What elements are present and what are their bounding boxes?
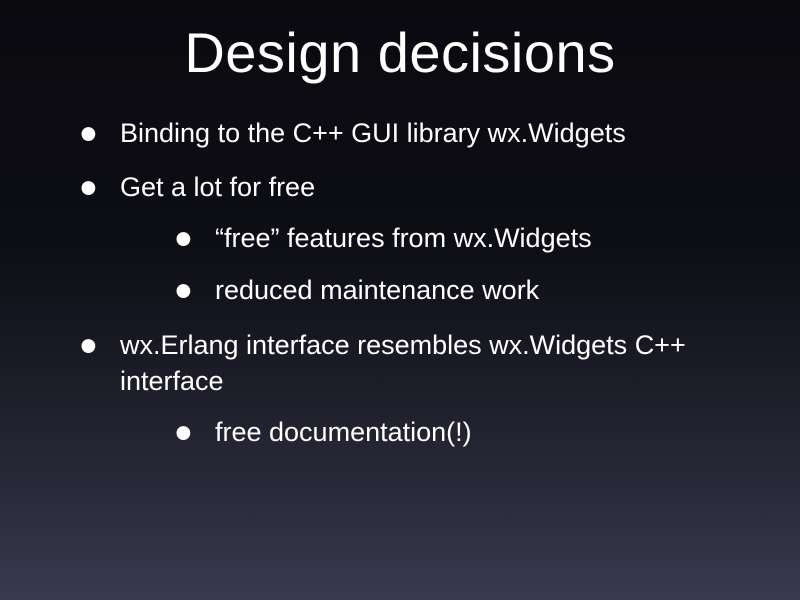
slide-title: Design decisions [50,20,750,85]
sub-bullet-item: “free” features from wx.Widgets [175,220,750,256]
sub-bullet-text: “free” features from wx.Widgets [215,223,592,253]
bullet-item: wx.Erlang interface resembles wx.Widgets… [80,327,750,450]
slide: Design decisions Binding to the C++ GUI … [0,0,800,600]
bullet-text: Binding to the C++ GUI library wx.Widget… [120,118,626,148]
bullet-item: Binding to the C++ GUI library wx.Widget… [80,115,750,151]
bullet-list: Binding to the C++ GUI library wx.Widget… [50,115,750,450]
bullet-item: Get a lot for free “free” features from … [80,169,750,308]
bullet-text: Get a lot for free [120,172,315,202]
sub-bullet-text: reduced maintenance work [215,275,539,305]
bullet-text: wx.Erlang interface resembles wx.Widgets… [120,330,686,396]
sub-bullet-item: reduced maintenance work [175,272,750,308]
sub-bullet-item: free documentation(!) [175,414,750,450]
sub-bullet-list: “free” features from wx.Widgets reduced … [120,220,750,309]
sub-bullet-list: free documentation(!) [120,414,750,450]
sub-bullet-text: free documentation(!) [215,417,472,447]
